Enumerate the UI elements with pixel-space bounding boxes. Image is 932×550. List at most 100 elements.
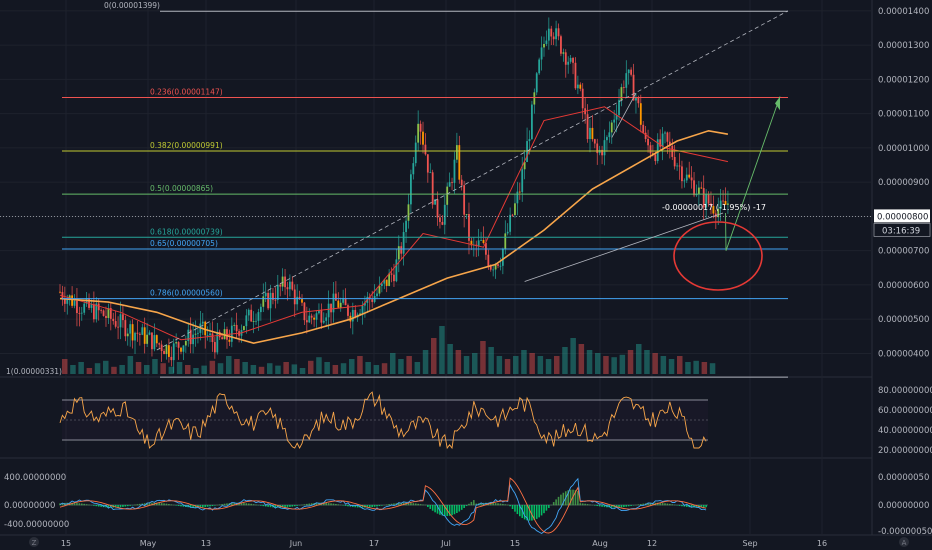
candle-body <box>320 310 323 323</box>
fib-level-label: 0.382(0.00000991) <box>150 141 223 150</box>
macd-histogram-bar <box>429 505 432 509</box>
macd-histogram-bar <box>170 504 173 506</box>
candle-body <box>361 305 364 314</box>
candle-body <box>538 59 541 74</box>
macd-histogram-bar <box>463 505 465 508</box>
countdown-label: 03:16:39 <box>882 226 920 236</box>
time-tick-label: Sep <box>742 539 757 548</box>
candle-body <box>693 180 695 196</box>
volume-bar <box>144 365 150 374</box>
candle-body <box>284 276 286 288</box>
volume-bar <box>349 359 355 374</box>
candle-body <box>618 100 620 116</box>
macd-left-tick-label: 0.00000000 <box>4 501 55 511</box>
macd-histogram-bar <box>678 505 681 506</box>
macd-histogram-bar <box>414 503 417 506</box>
candle-body <box>257 312 260 321</box>
macd-histogram-bar <box>502 503 504 506</box>
macd-histogram-bar <box>410 502 412 506</box>
fib-level-label: 0(0.00001399) <box>104 1 160 10</box>
time-tick-label: 15 <box>510 539 520 548</box>
candle-body <box>402 232 405 254</box>
candle-body <box>78 313 81 314</box>
candle-body <box>683 180 686 182</box>
candle-body <box>378 286 381 294</box>
macd-histogram-bar <box>306 503 308 506</box>
macd-histogram-bar <box>598 505 601 507</box>
candle-body <box>243 326 245 331</box>
candle-body <box>151 332 153 350</box>
candle-body <box>722 200 724 202</box>
candle-body <box>221 337 224 340</box>
volume-bar <box>201 365 207 374</box>
candle-body <box>122 314 124 321</box>
macd-histogram-bar <box>465 505 468 507</box>
macd-histogram-bar <box>160 503 163 506</box>
candle-body <box>279 284 282 287</box>
volume-bar <box>209 360 216 374</box>
candle-body <box>235 324 238 332</box>
candle-body <box>610 122 613 133</box>
candle-body <box>608 132 611 138</box>
candle-body <box>555 28 557 40</box>
time-tick-label: Jul <box>440 539 451 548</box>
candle-body <box>465 214 468 215</box>
candle-body <box>213 342 216 353</box>
rsi-tick-label: 20.00000000 <box>878 446 932 456</box>
macd-histogram-bar <box>589 504 591 506</box>
macd-histogram-bar <box>705 505 707 508</box>
candle-body <box>685 174 688 181</box>
macd-histogram-bar <box>385 504 388 506</box>
candle-body <box>414 142 417 164</box>
volume-bar <box>176 362 183 374</box>
volume-bar <box>463 356 470 374</box>
macd-histogram-bar <box>165 503 168 506</box>
candle-body <box>654 154 657 162</box>
candle-body <box>141 327 144 335</box>
volume-bar <box>250 365 257 374</box>
macd-histogram-bar <box>671 504 674 506</box>
candle-body <box>264 292 267 297</box>
volume-bar <box>193 368 199 374</box>
macd-histogram-bar <box>78 503 81 506</box>
candle-body <box>666 132 669 142</box>
macd-histogram-bar <box>335 503 337 506</box>
candle-body <box>138 333 141 335</box>
candle-body <box>371 299 374 302</box>
candle-body <box>262 296 265 307</box>
macd-histogram-bar <box>85 504 88 506</box>
candle-body <box>407 204 410 221</box>
candle-body <box>489 266 492 270</box>
macd-histogram-bar <box>368 505 371 508</box>
volume-bar <box>62 359 68 374</box>
candle-body <box>606 137 608 141</box>
rsi-tick-label: 40.00000000 <box>878 426 932 436</box>
candle-body <box>439 217 441 222</box>
volume-bar <box>578 344 585 374</box>
volume-bar <box>545 359 552 374</box>
macd-histogram-bar <box>337 504 340 506</box>
volume-bar <box>488 347 494 374</box>
macd-right-tick-label: 0.00000000 <box>878 501 929 511</box>
rsi-tick-label: 60.00000000 <box>878 406 932 416</box>
candle-body <box>201 321 204 324</box>
volume-bar <box>275 365 281 374</box>
tv-logo-right-text: A <box>902 539 907 547</box>
macd-histogram-bar <box>291 505 294 507</box>
candle-body <box>281 276 284 287</box>
candle-body <box>547 28 550 41</box>
macd-histogram-bar <box>468 503 470 506</box>
candle-body <box>153 335 156 350</box>
macd-histogram-bar <box>163 503 165 506</box>
candle-body <box>678 165 681 167</box>
macd-histogram-bar <box>417 503 419 506</box>
fib-level-label: 0.5(0.00000865) <box>150 184 213 193</box>
macd-histogram-bar <box>456 505 458 514</box>
candle-body <box>332 293 335 313</box>
macd-histogram-bar <box>88 504 90 506</box>
macd-histogram-bar <box>664 503 666 506</box>
macd-histogram-bar <box>250 503 252 506</box>
macd-histogram-bar <box>218 504 221 506</box>
volume-bar <box>447 344 453 374</box>
candle-body <box>228 339 231 342</box>
